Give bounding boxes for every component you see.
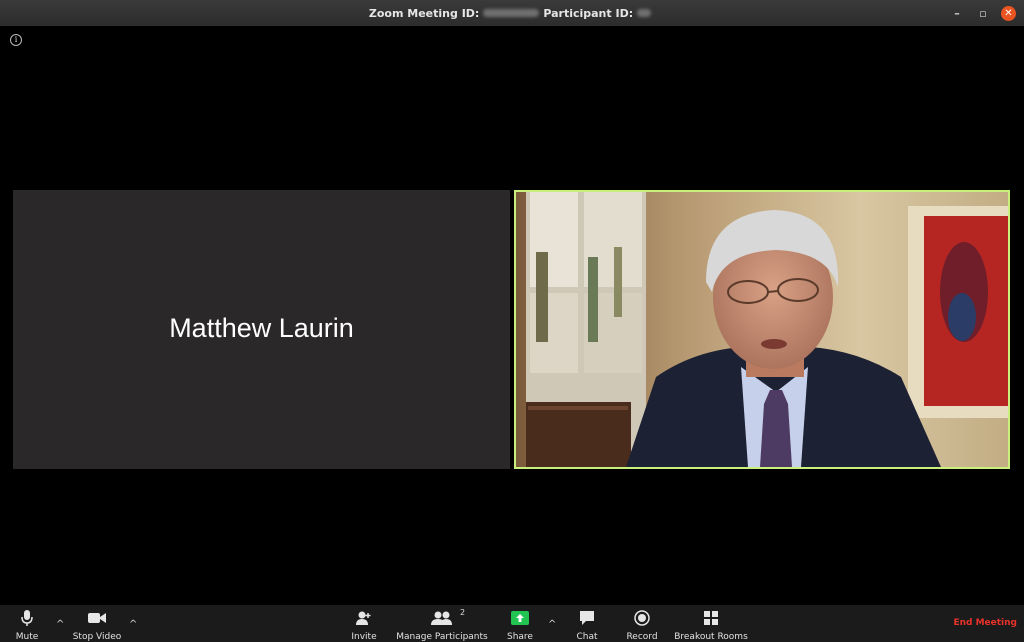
minimize-button[interactable]: –: [949, 5, 965, 21]
share-options-caret[interactable]: ^: [548, 619, 556, 630]
meeting-toolbar: Mute ^ Stop Video ^ Invite Manage Partic…: [0, 605, 1024, 642]
participant-tile-video-off[interactable]: Matthew Laurin: [13, 190, 510, 469]
record-label: Record: [626, 632, 658, 642]
share-screen-icon: [511, 607, 529, 629]
microphone-icon: [20, 607, 34, 629]
title-bar: Zoom Meeting ID: Participant ID: – ▫ ✕: [0, 0, 1024, 26]
stop-video-button[interactable]: Stop Video: [72, 605, 122, 642]
info-icon[interactable]: i: [10, 34, 22, 46]
record-icon: [634, 607, 650, 629]
chat-bubble-icon: [579, 607, 595, 629]
audio-options-caret[interactable]: ^: [56, 619, 64, 630]
participant-id-label: Participant ID:: [543, 6, 634, 20]
share-label: Share: [507, 632, 533, 642]
close-button[interactable]: ✕: [1001, 5, 1016, 21]
chat-label: Chat: [576, 632, 598, 642]
end-meeting-button[interactable]: End Meeting: [953, 618, 1017, 628]
share-button[interactable]: Share: [505, 605, 535, 642]
participants-icon: [431, 607, 453, 629]
participant-tile-active-speaker[interactable]: [514, 190, 1010, 469]
breakout-rooms-label: Breakout Rooms: [674, 632, 748, 642]
meeting-id-redacted: [483, 9, 540, 17]
participant-count-badge: 2: [460, 608, 466, 617]
meeting-id-label: Zoom Meeting ID:: [368, 6, 480, 20]
participant-video-frame: [516, 192, 1008, 467]
record-button[interactable]: Record: [624, 605, 660, 642]
window-controls: – ▫ ✕: [949, 5, 1016, 21]
mute-label: Mute: [15, 632, 39, 642]
video-camera-icon: [87, 607, 107, 629]
invite-button[interactable]: Invite: [349, 605, 379, 642]
maximize-button[interactable]: ▫: [975, 5, 991, 21]
manage-participants-button[interactable]: Manage Participants: [396, 605, 488, 642]
chat-button[interactable]: Chat: [572, 605, 602, 642]
add-person-icon: [355, 607, 373, 629]
mute-button[interactable]: Mute: [12, 605, 42, 642]
participant-id-redacted: [637, 9, 652, 17]
invite-label: Invite: [351, 632, 377, 642]
video-options-caret[interactable]: ^: [129, 619, 137, 630]
participant-name: Matthew Laurin: [169, 313, 354, 343]
breakout-rooms-grid-icon: [703, 607, 719, 629]
manage-participants-label: Manage Participants: [396, 632, 488, 642]
stop-video-label: Stop Video: [72, 632, 122, 642]
breakout-rooms-button[interactable]: Breakout Rooms: [673, 605, 749, 642]
